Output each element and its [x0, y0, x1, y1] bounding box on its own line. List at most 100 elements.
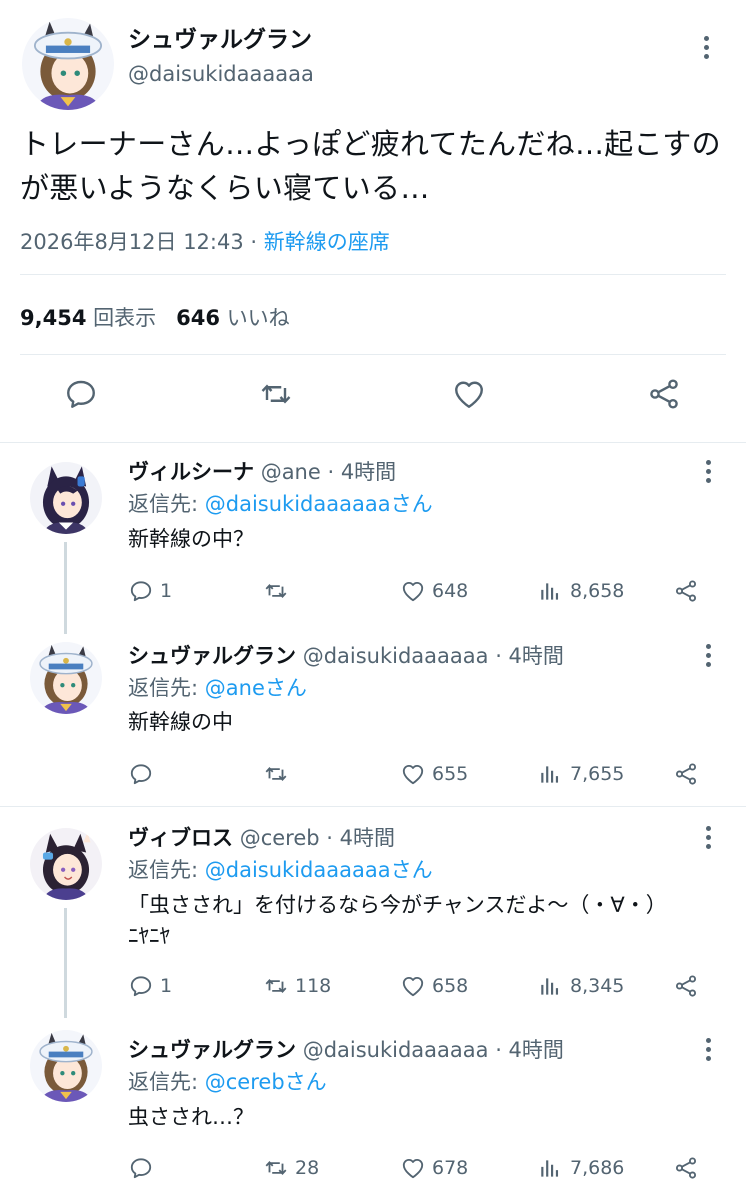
likes-label[interactable]: いいね [227, 306, 290, 330]
reply-to-link[interactable]: @aneさん [205, 676, 307, 700]
reply-count: 1 [160, 975, 173, 997]
reply-to-prefix: 返信先: [128, 676, 205, 700]
views-count: 7,686 [570, 1157, 625, 1179]
like-action[interactable]: 648 [400, 578, 468, 604]
reply-more-options-icon[interactable] [703, 1038, 713, 1061]
main-author-name[interactable]: シュヴァルグラン [128, 20, 312, 54]
reply-author-name[interactable]: シュヴァルグラン [128, 644, 296, 668]
share-icon[interactable] [646, 376, 682, 412]
reply-actions: 1 118 658 8,345 [128, 973, 728, 1003]
divider [20, 274, 726, 275]
reply-author-handle[interactable]: @daisukidaaaaaa [303, 644, 489, 668]
retweet-icon[interactable] [258, 376, 294, 412]
views-action[interactable]: 8,345 [538, 973, 624, 999]
like-count: 678 [432, 1157, 469, 1179]
reply-action[interactable]: 1 [128, 578, 172, 604]
main-author-avatar[interactable] [22, 18, 114, 110]
views-action[interactable]: 8,658 [538, 578, 624, 604]
reply-icon [130, 764, 152, 785]
reply-to-prefix: 返信先: [128, 858, 205, 882]
retweet-count: 28 [295, 1157, 320, 1179]
share-icon [675, 763, 697, 785]
reply-icon[interactable] [63, 376, 99, 412]
retweet-icon [265, 767, 287, 781]
main-tweet-meta: 2026年8月12日 12:43 · 新幹線の座席 [20, 226, 390, 256]
reply-icon [130, 976, 152, 997]
views-icon [541, 766, 559, 783]
meta-separator: · [243, 230, 264, 254]
retweet-action[interactable]: 118 [263, 973, 331, 999]
reply-time[interactable]: · 4時間 [489, 644, 564, 668]
share-action[interactable] [673, 973, 699, 999]
like-icon [402, 1158, 424, 1179]
reply-author-handle[interactable]: @daisukidaaaaaa [303, 1038, 489, 1062]
views-action[interactable]: 7,686 [538, 1155, 624, 1181]
tweet-location-link[interactable]: 新幹線の座席 [264, 230, 390, 254]
like-action[interactable]: 658 [400, 973, 468, 999]
reply-text: 虫さされ…？ [128, 1105, 254, 1129]
main-more-options-icon[interactable] [701, 36, 711, 59]
reply-avatar[interactable] [30, 462, 102, 534]
reply-avatar[interactable] [30, 1030, 102, 1102]
reply-avatar[interactable] [30, 828, 102, 900]
reply-author-name[interactable]: シュヴァルグラン [128, 1038, 296, 1062]
reply-author-name[interactable]: ヴィブロス [128, 826, 233, 850]
reply-to-line: 返信先: @daisukidaaaaaaさん [128, 854, 433, 884]
reply-avatar[interactable] [30, 642, 102, 714]
thread-connector [64, 542, 67, 634]
reply-header: シュヴァルグラン @daisukidaaaaaa · 4時間 [128, 1034, 564, 1064]
tweet-detail-page: シュヴァルグラン @daisukidaaaaaa トレーナーさん…よっぽど疲れて… [0, 0, 746, 1200]
reply-author-name[interactable]: ヴィルシーナ [128, 460, 254, 484]
reply-to-link[interactable]: @daisukidaaaaaaさん [205, 858, 433, 882]
reply-action[interactable] [128, 1155, 160, 1181]
reply-icon [130, 581, 152, 602]
main-author-handle[interactable]: @daisukidaaaaaa [128, 62, 314, 86]
tweet-timestamp[interactable]: 2026年8月12日 12:43 [20, 230, 244, 254]
views-count: 7,655 [570, 763, 625, 785]
reply-header: ヴィルシーナ @ane · 4時間 [128, 456, 396, 486]
reply-actions: 28 678 7,686 [128, 1155, 728, 1185]
reply-count: 1 [160, 580, 173, 602]
views-label: 回表示 [93, 306, 157, 330]
reply-more-options-icon[interactable] [703, 826, 713, 849]
share-action[interactable] [673, 1155, 699, 1181]
share-icon [675, 975, 697, 997]
reply-action[interactable] [128, 761, 160, 787]
reply-time[interactable]: · 4時間 [489, 1038, 564, 1062]
reply-actions: 655 7,655 [128, 761, 728, 791]
share-action[interactable] [673, 578, 699, 604]
reply-more-options-icon[interactable] [703, 644, 713, 667]
like-count: 655 [432, 763, 469, 785]
views-icon [541, 1160, 559, 1177]
like-action[interactable]: 655 [400, 761, 468, 787]
reply-author-handle[interactable]: @cereb [240, 826, 320, 850]
divider [20, 354, 726, 355]
retweet-action[interactable] [263, 578, 295, 604]
like-icon [402, 976, 424, 997]
reply-to-prefix: 返信先: [128, 492, 205, 516]
reply-more-options-icon[interactable] [703, 460, 713, 483]
views-icon [541, 583, 559, 600]
share-action[interactable] [673, 761, 699, 787]
retweet-icon [265, 584, 287, 598]
like-action[interactable]: 678 [400, 1155, 468, 1181]
reply-action[interactable]: 1 [128, 973, 172, 999]
reply-to-link[interactable]: @cerebさん [205, 1070, 327, 1094]
reply-actions: 1 648 8,658 [128, 578, 728, 608]
views-count: 8,658 [570, 580, 625, 602]
reply-time[interactable]: · 4時間 [321, 460, 396, 484]
views-action[interactable]: 7,655 [538, 761, 624, 787]
reply-author-handle[interactable]: @ane [261, 460, 321, 484]
thread-connector [64, 908, 67, 1018]
reply-time[interactable]: · 4時間 [320, 826, 395, 850]
reply-to-prefix: 返信先: [128, 1070, 205, 1094]
section-divider [0, 806, 746, 807]
retweet-action[interactable] [263, 761, 295, 787]
section-divider [0, 442, 746, 443]
likes-count[interactable]: 646 [176, 306, 220, 330]
share-icon [675, 1157, 697, 1179]
views-count: 9,454 [20, 306, 87, 330]
like-icon[interactable] [451, 376, 487, 412]
retweet-action[interactable]: 28 [263, 1155, 319, 1181]
reply-to-link[interactable]: @daisukidaaaaaaさん [205, 492, 433, 516]
